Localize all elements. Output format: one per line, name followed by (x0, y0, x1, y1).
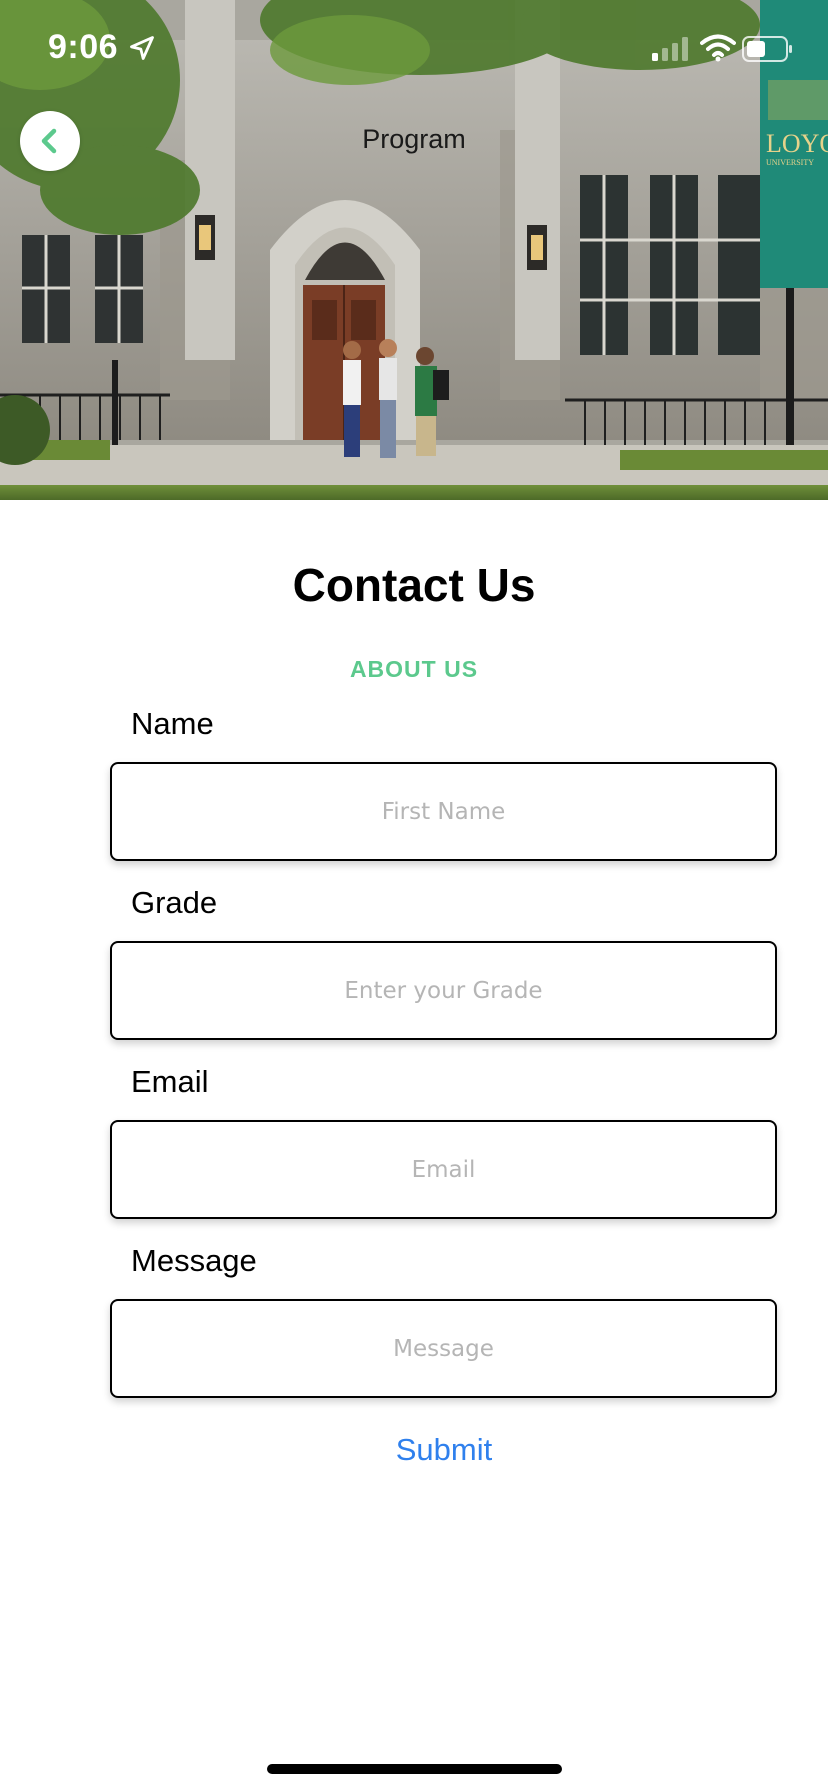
status-bar: 9:06 (0, 0, 828, 100)
message-label: Message (131, 1243, 257, 1278)
message-input[interactable] (110, 1299, 777, 1398)
first-name-input[interactable] (110, 762, 777, 861)
home-indicator (267, 1764, 562, 1774)
email-input[interactable] (110, 1120, 777, 1219)
email-label: Email (131, 1064, 209, 1099)
about-us-link[interactable]: ABOUT US (0, 656, 828, 683)
wifi-icon (700, 34, 736, 62)
nav-title: Program (362, 124, 466, 154)
cellular-signal-icon (652, 37, 688, 61)
grade-label: Grade (131, 885, 218, 920)
battery-icon (742, 36, 792, 62)
submit-button[interactable]: Submit (0, 1432, 828, 1468)
page-title: Contact Us (292, 559, 536, 611)
name-label: Name (131, 706, 214, 741)
location-arrow-icon (130, 36, 154, 60)
grade-input[interactable] (110, 941, 777, 1040)
status-time: 9:06 (48, 28, 119, 66)
banner-subtext: UNIVERSITY (766, 158, 814, 167)
